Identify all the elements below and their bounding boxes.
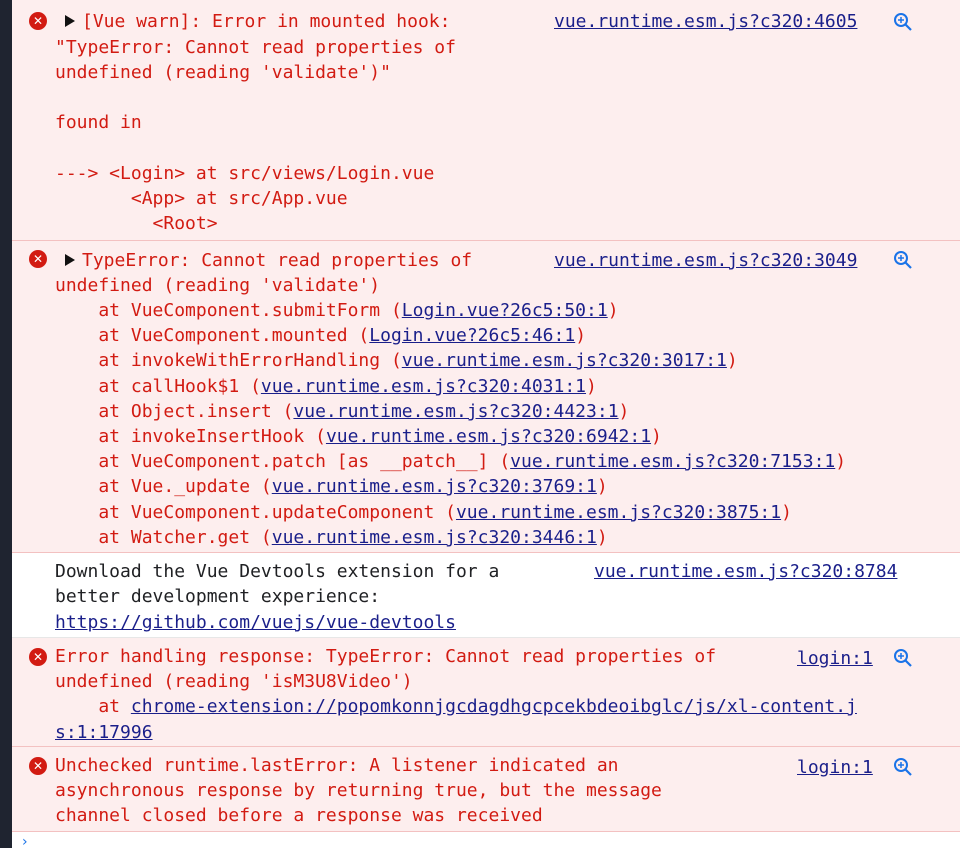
- message-line: [Vue warn]: Error in mounted hook:: [82, 11, 451, 32]
- message-line: undefined (reading 'isM3U8Video'): [55, 671, 413, 692]
- error-icon: ✕: [29, 250, 47, 268]
- stack-frame-text: at VueComponent.submitForm (: [55, 300, 402, 321]
- stack-frame-close: ): [835, 451, 847, 472]
- source-link[interactable]: login:1: [797, 646, 873, 671]
- stack-line: at VueComponent.submitForm (Login.vue?26…: [55, 298, 619, 323]
- stack-frame-close: ): [586, 376, 597, 397]
- stack-frame-text: at VueComponent.patch [as __patch__] (: [55, 451, 511, 472]
- message-line: better development experience:: [55, 586, 381, 607]
- stack-line: at callHook$1 (vue.runtime.esm.js?c320:4…: [55, 374, 597, 399]
- console-message-runtime-lasterror[interactable]: ✕ Unchecked runtime.lastError: A listene…: [12, 747, 960, 832]
- left-sidebar-edge: [0, 0, 12, 848]
- stack-frame-link[interactable]: vue.runtime.esm.js?c320:3769:1: [272, 476, 597, 497]
- stack-line: at invokeWithErrorHandling (vue.runtime.…: [55, 348, 738, 373]
- magnifier-icon[interactable]: [892, 249, 914, 271]
- magnifier-icon[interactable]: [892, 11, 914, 33]
- stack-at: at: [55, 696, 131, 717]
- message-line: "TypeError: Cannot read properties of: [55, 37, 456, 58]
- stack-frame-link[interactable]: vue.runtime.esm.js?c320:4031:1: [261, 376, 586, 397]
- stack-frame-close: ): [651, 426, 662, 447]
- stack-line: at chrome-extension://popomkonnjgcdagdhg…: [55, 694, 857, 719]
- error-icon: ✕: [29, 648, 47, 666]
- source-link[interactable]: login:1: [797, 755, 873, 780]
- magnifier-icon[interactable]: [892, 756, 914, 778]
- stack-frame-text: at Watcher.get (: [55, 527, 272, 548]
- extension-link[interactable]: chrome-extension://popomkonnjgcdagdhgcpc…: [131, 696, 857, 717]
- stack-line: at VueComponent.updateComponent (vue.run…: [55, 500, 792, 525]
- message-line: Unchecked runtime.lastError: A listener …: [55, 755, 619, 776]
- chevron-right-icon: ›: [22, 834, 28, 850]
- message-line: Download the Vue Devtools extension for …: [55, 561, 500, 582]
- stack-frame-close: ): [618, 401, 630, 422]
- console-panel: ✕ [Vue warn]: Error in mounted hook: "Ty…: [12, 0, 960, 848]
- expand-triangle-icon[interactable]: [65, 254, 75, 266]
- stack-frame-text: at invokeInsertHook (: [55, 426, 326, 447]
- devtools-link[interactable]: https://github.com/vuejs/vue-devtools: [55, 610, 456, 635]
- source-link[interactable]: vue.runtime.esm.js?c320:4605: [554, 9, 857, 34]
- source-link[interactable]: vue.runtime.esm.js?c320:3049: [554, 248, 857, 273]
- stack-line: at Vue._update (vue.runtime.esm.js?c320:…: [55, 474, 608, 499]
- stack-frame-link[interactable]: vue.runtime.esm.js?c320:4423:1: [293, 401, 618, 422]
- error-icon: ✕: [29, 12, 47, 30]
- expand-triangle-icon[interactable]: [65, 15, 75, 27]
- stack-line: at VueComponent.patch [as __patch__] (vu…: [55, 449, 846, 474]
- source-link[interactable]: vue.runtime.esm.js?c320:8784: [594, 559, 897, 584]
- message-line: <Root>: [55, 213, 218, 234]
- message-line: <App> at src/App.vue: [55, 188, 348, 209]
- stack-frame-close: ): [726, 350, 738, 371]
- stack-line: at VueComponent.mounted (Login.vue?26c5:…: [55, 323, 586, 348]
- console-message-error-handling[interactable]: ✕ Error handling response: TypeError: Ca…: [12, 638, 960, 747]
- stack-frame-text: at Object.insert (: [55, 401, 294, 422]
- console-prompt-area[interactable]: [12, 832, 960, 848]
- magnifier-icon[interactable]: [892, 647, 914, 669]
- console-message-typeerror[interactable]: ✕ TypeError: Cannot read properties of u…: [12, 241, 960, 553]
- message-line: ---> <Login> at src/views/Login.vue: [55, 163, 435, 184]
- console-message-devtools[interactable]: Download the Vue Devtools extension for …: [12, 553, 960, 638]
- stack-line: at invokeInsertHook (vue.runtime.esm.js?…: [55, 424, 662, 449]
- message-line: channel closed before a response was rec…: [55, 805, 543, 826]
- extension-link-continued[interactable]: s:1:17996: [55, 720, 153, 745]
- stack-frame-link[interactable]: Login.vue?26c5:50:1: [402, 300, 608, 321]
- message-line: asynchronous response by returning true,…: [55, 780, 662, 801]
- stack-frame-link[interactable]: vue.runtime.esm.js?c320:3017:1: [402, 350, 727, 371]
- stack-frame-link[interactable]: vue.runtime.esm.js?c320:7153:1: [510, 451, 835, 472]
- stack-frame-close: ): [607, 300, 619, 321]
- stack-frame-close: ): [596, 527, 608, 548]
- stack-frame-link[interactable]: vue.runtime.esm.js?c320:3446:1: [272, 527, 597, 548]
- message-line: Error handling response: TypeError: Cann…: [55, 646, 717, 667]
- stack-frame-link[interactable]: vue.runtime.esm.js?c320:3875:1: [456, 502, 781, 523]
- stack-frame-close: ): [575, 325, 587, 346]
- stack-line: at Watcher.get (vue.runtime.esm.js?c320:…: [55, 525, 608, 550]
- message-line: undefined (reading 'validate')": [55, 62, 391, 83]
- stack-frame-link[interactable]: vue.runtime.esm.js?c320:6942:1: [326, 426, 651, 447]
- console-message-vue-warn[interactable]: ✕ [Vue warn]: Error in mounted hook: "Ty…: [12, 0, 960, 241]
- stack-frame-text: at VueComponent.updateComponent (: [55, 502, 456, 523]
- stack-frame-text: at VueComponent.mounted (: [55, 325, 370, 346]
- message-line: undefined (reading 'validate'): [55, 275, 381, 296]
- stack-frame-text: at callHook$1 (: [55, 376, 261, 397]
- stack-frame-text: at invokeWithErrorHandling (: [55, 350, 402, 371]
- stack-frame-close: ): [596, 476, 608, 497]
- stack-frame-link[interactable]: Login.vue?26c5:46:1: [369, 325, 575, 346]
- error-icon: ✕: [29, 757, 47, 775]
- message-line: found in: [55, 112, 142, 133]
- message-line: TypeError: Cannot read properties of: [82, 250, 473, 271]
- stack-frame-close: ): [781, 502, 792, 523]
- stack-line: at Object.insert (vue.runtime.esm.js?c32…: [55, 399, 629, 424]
- stack-frame-text: at Vue._update (: [55, 476, 272, 497]
